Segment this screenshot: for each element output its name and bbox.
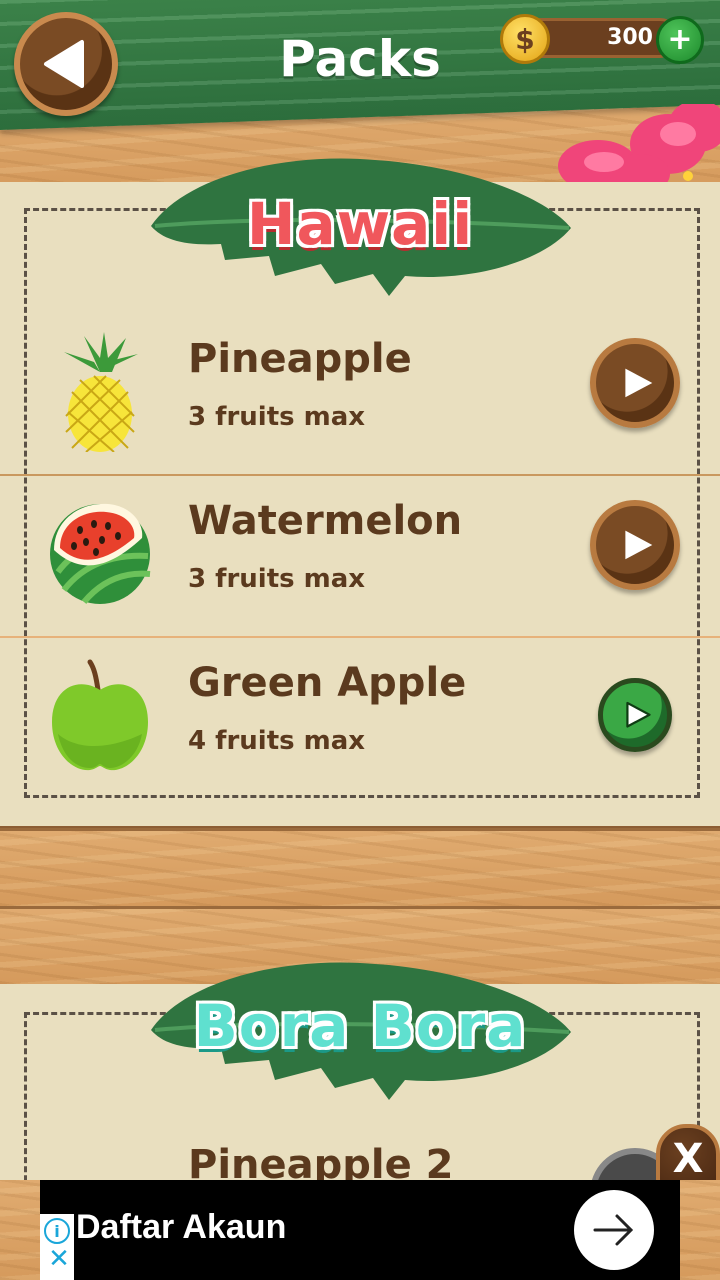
play-icon: [626, 702, 651, 728]
pack-title-hawaii: Hawaii: [246, 190, 474, 258]
pack-item-max: 4 fruits max: [188, 726, 366, 756]
ad-banner[interactable]: i ✕ Daftar Akaun: [0, 1180, 720, 1280]
play-button-green-apple[interactable]: [598, 678, 672, 752]
ad-wood-right: [680, 1180, 720, 1280]
play-icon: [625, 368, 653, 398]
ad-wood-left: [0, 1180, 40, 1280]
list-item-watermelon[interactable]: Watermelon 3 fruits max: [0, 474, 720, 636]
pack-item-name: Green Apple: [188, 660, 467, 706]
watermelon-icon: [50, 503, 151, 604]
arrow-right-icon: [593, 1214, 634, 1246]
pack-title-bora-bora: Bora Bora: [193, 992, 527, 1060]
list-item-pineapple[interactable]: Pineapple 3 fruits max: [0, 312, 720, 474]
ad-text: Daftar Akaun: [76, 1208, 287, 1246]
pack-item-name: Pineapple: [188, 336, 412, 382]
add-coins-button[interactable]: +: [656, 16, 704, 64]
coin-icon: $: [500, 14, 550, 64]
ad-info-icon[interactable]: i: [44, 1218, 70, 1244]
ad-close-icon[interactable]: ✕: [44, 1246, 74, 1280]
pack-panel-hawaii: Hawaii Pineapple 3 fruits max Watermelon…: [0, 158, 720, 826]
wood-plank: [0, 828, 720, 906]
play-button-pineapple[interactable]: [590, 338, 680, 428]
play-button-watermelon[interactable]: [590, 500, 680, 590]
pack-item-name: Watermelon: [188, 498, 463, 544]
pineapple-icon: [64, 332, 138, 452]
pack-item-max: 3 fruits max: [188, 402, 366, 432]
green-apple-icon: [52, 659, 148, 771]
coin-count: 300: [607, 25, 653, 50]
ad-arrow-button[interactable]: [574, 1190, 654, 1270]
pack-item-max: 3 fruits max: [188, 564, 366, 594]
play-icon: [625, 530, 653, 560]
list-item-green-apple[interactable]: Green Apple 4 fruits max: [0, 636, 720, 798]
